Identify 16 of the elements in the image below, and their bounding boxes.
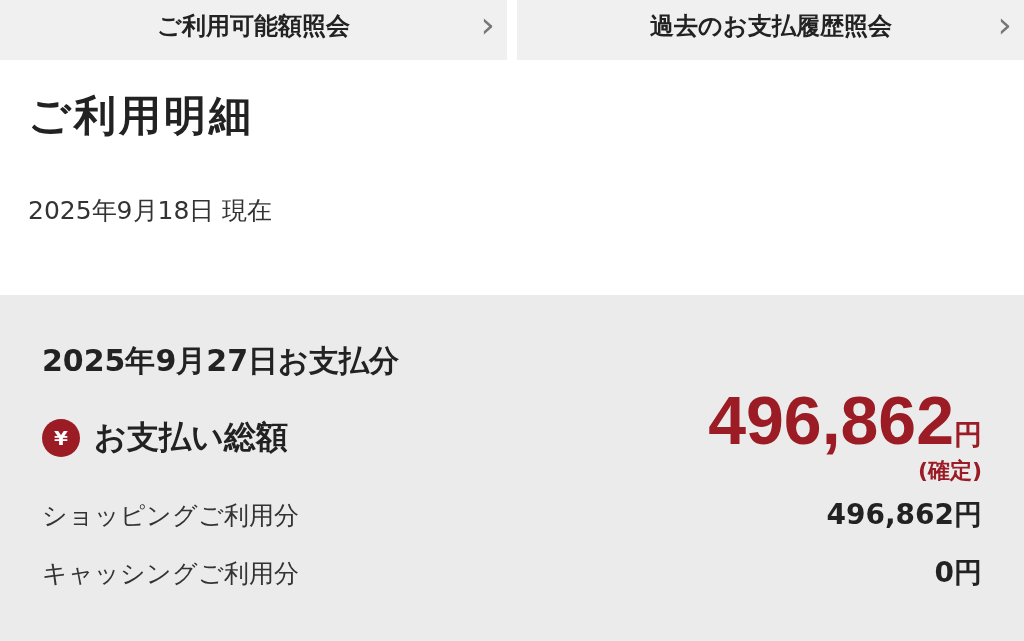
total-status: (確定): [917, 457, 982, 485]
nav-button[interactable]: ご利用可能額照会 ›: [0, 0, 507, 60]
yen-icon: ¥: [42, 419, 80, 457]
chevron-icon: ›: [480, 4, 495, 45]
nav-button[interactable]: 過去のお支払履歴照会 ›: [517, 0, 1024, 60]
total-amount: 496,862: [708, 386, 954, 454]
chevron-icon: ›: [997, 4, 1012, 45]
payment-heading: 2025年9月27日お支払分: [42, 342, 401, 380]
total-label: お支払い総額: [94, 417, 288, 458]
as-of-date: 2025年9月18日 現在: [28, 195, 274, 227]
currency-unit: 円: [954, 417, 982, 453]
page-title: ご利用明細: [28, 90, 255, 142]
breakdown-amount: 0円: [934, 555, 982, 591]
breakdown-label: キャッシングご利用分: [42, 557, 299, 590]
breakdown-amount: 496,862円: [826, 497, 982, 533]
breakdown-label: ショッピングご利用分: [42, 499, 299, 532]
